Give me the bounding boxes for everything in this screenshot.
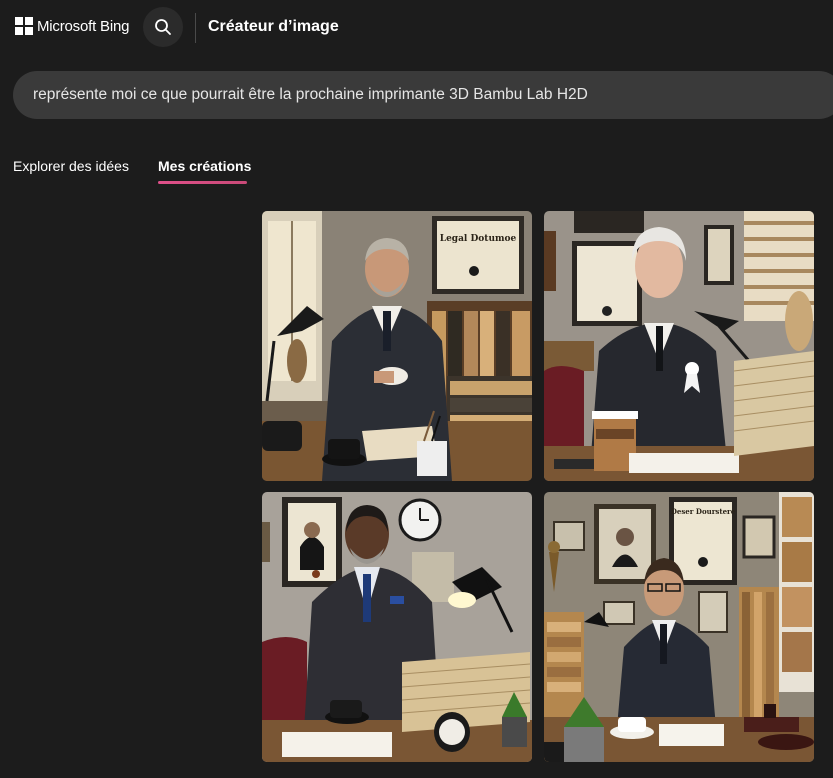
active-tab-indicator [158, 181, 247, 184]
prompt-bar[interactable] [13, 71, 833, 119]
search-button[interactable] [143, 7, 183, 47]
brand-name: Microsoft Bing [37, 17, 130, 35]
tab-my-creations[interactable]: Mes créations [158, 158, 251, 174]
generated-image-4[interactable]: Deser Dourstere [544, 492, 814, 762]
generated-image-3[interactable] [262, 492, 532, 762]
prompt-input[interactable] [33, 71, 813, 119]
header-bar: Microsoft Bing Créateur d’image [0, 0, 833, 56]
bing-logo[interactable]: Microsoft Bing [15, 17, 129, 35]
diploma-text: Deser Dourstere [671, 507, 736, 516]
generated-image-1[interactable]: Legal Dotumoe [262, 211, 532, 481]
header-divider [195, 13, 196, 43]
diploma-text: Legal Dotumoe [440, 234, 517, 244]
generated-image-2[interactable] [544, 211, 814, 481]
search-icon [155, 19, 171, 35]
page-title: Créateur d’image [208, 18, 339, 35]
microsoft-logo-icon [15, 17, 33, 35]
tab-explore-ideas[interactable]: Explorer des idées [13, 158, 129, 174]
